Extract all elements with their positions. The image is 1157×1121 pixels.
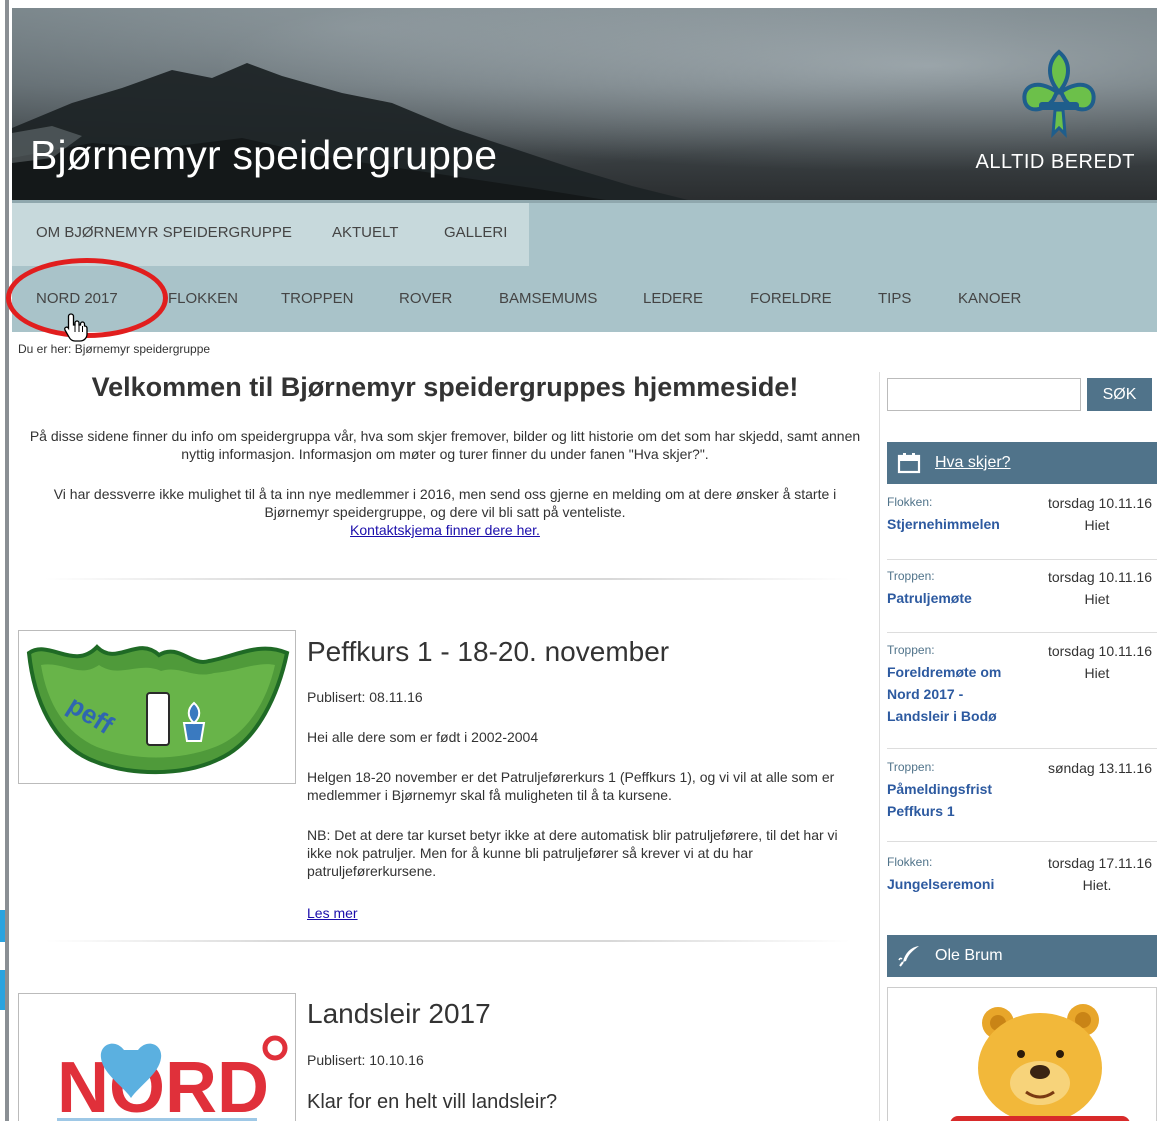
section-divider <box>45 940 850 942</box>
main-navigation: OM BJØRNEMYR SPEIDERGRUPPE AKTUELT GALLE… <box>12 203 1157 332</box>
events-panel-title-link[interactable]: Hva skjer? <box>935 454 1011 472</box>
event-title-link[interactable]: Patruljemøte <box>887 587 1012 609</box>
event-item: Troppen: Patruljemøte torsdag 10.11.16 H… <box>887 569 1157 633</box>
hand-pointer-cursor-icon <box>64 313 88 342</box>
nav-item-tips[interactable]: TIPS <box>878 290 911 307</box>
event-item: Flokken: Jungelseremoni torsdag 17.11.16… <box>887 855 1157 915</box>
event-place: Hiet <box>1084 665 1110 681</box>
side-marker <box>0 910 5 942</box>
nav-item-om-bjornemyr[interactable]: OM BJØRNEMYR SPEIDERGRUPPE <box>36 224 292 241</box>
article-title-landsleir[interactable]: Landsleir 2017 <box>307 998 491 1030</box>
nav-item-foreldre[interactable]: FORELDRE <box>750 290 832 307</box>
event-date: torsdag 10.11.16 <box>1047 569 1152 585</box>
event-title-link[interactable]: Foreldremøte om Nord 2017 - Landsleir i … <box>887 661 1012 727</box>
sidebar-divider <box>879 372 880 1121</box>
nav-item-troppen[interactable]: TROPPEN <box>281 290 354 307</box>
event-item: Flokken: Stjernehimmelen torsdag 10.11.1… <box>887 495 1157 560</box>
quill-pen-icon <box>898 946 919 967</box>
search-button[interactable]: SØK <box>1087 378 1152 411</box>
nav-item-rover[interactable]: ROVER <box>399 290 452 307</box>
event-category: Troppen: <box>887 760 935 774</box>
section-divider <box>45 578 850 580</box>
ole-brum-image[interactable] <box>887 987 1157 1121</box>
nord-2017-logo-image[interactable]: NORD <box>18 993 296 1121</box>
winnie-the-pooh-image <box>950 1004 1130 1121</box>
event-date: torsdag 10.11.16 <box>1047 643 1152 659</box>
event-date: søndag 13.11.16 <box>1047 760 1152 776</box>
article-paragraph: Helgen 18-20 november er det Patruljefør… <box>307 769 835 803</box>
peffkurs-badge-image[interactable]: peff <box>18 630 296 784</box>
motto-text: ALLTID BEREDT <box>975 151 1135 173</box>
article-published-date: Publisert: 08.11.16 <box>307 689 423 705</box>
article-published-date: Publisert: 10.10.16 <box>307 1052 424 1068</box>
welcome-paragraph-2: Vi har dessverre ikke mulighet til å ta … <box>20 485 870 539</box>
nord-logo-text: NORD <box>57 1048 269 1121</box>
peff-badge-icon: peff <box>26 644 290 775</box>
event-category: Troppen: <box>887 643 935 657</box>
welcome-section: Velkommen til Bjørnemyr speidergruppes h… <box>20 372 870 538</box>
article-lead: Klar for en helt vill landsleir? <box>307 1091 558 1113</box>
window-left-edge <box>5 0 9 1121</box>
article-paragraph: NB: Det at dere tar kurset betyr ikke at… <box>307 827 838 879</box>
scout-lily-logo <box>1022 49 1096 138</box>
event-item: Troppen: Påmeldingsfrist Peffkurs 1 sønd… <box>887 760 1157 842</box>
event-place: Hiet. <box>1082 877 1112 893</box>
welcome-paragraph-2-text: Vi har dessverre ikke mulighet til å ta … <box>53 486 837 520</box>
side-marker <box>0 970 5 1010</box>
event-item: Troppen: Foreldremøte om Nord 2017 - Lan… <box>887 643 1157 749</box>
nav-item-aktuelt[interactable]: AKTUELT <box>332 224 398 241</box>
nav-item-flokken[interactable]: FLOKKEN <box>168 290 238 307</box>
ole-brum-panel-header: Ole Brum <box>887 935 1157 977</box>
article-title-peffkurs[interactable]: Peffkurs 1 - 18-20. november <box>307 636 669 668</box>
nav-item-ledere[interactable]: LEDERE <box>643 290 703 307</box>
article-paragraph: Hei alle dere som er født i 2002-2004 <box>307 729 539 745</box>
nav-item-bamsemums[interactable]: BAMSEMUMS <box>499 290 597 307</box>
welcome-paragraph-1: På disse sidene finner du info om speide… <box>29 428 861 462</box>
contact-form-link[interactable]: Kontaktskjema finner dere her. <box>350 522 540 538</box>
event-category: Flokken: <box>887 855 933 869</box>
calendar-icon <box>897 453 921 474</box>
event-title-link[interactable]: Stjernehimmelen <box>887 513 1012 535</box>
browser-page: Bjørnemyr speidergruppe ALLTID BEREDT OM… <box>0 0 1157 1121</box>
site-header: Bjørnemyr speidergruppe ALLTID BEREDT <box>12 8 1157 201</box>
event-title-link[interactable]: Påmeldingsfrist Peffkurs 1 <box>887 778 1012 822</box>
events-panel-header: Hva skjer? <box>887 442 1157 484</box>
event-place: Hiet <box>1084 517 1110 533</box>
event-date: torsdag 17.11.16 <box>1047 855 1152 871</box>
ole-brum-panel-title: Ole Brum <box>935 947 1003 964</box>
nav-item-galleri[interactable]: GALLERI <box>444 224 507 241</box>
event-date: torsdag 10.11.16 <box>1047 495 1152 511</box>
nord-logo-icon: NORD <box>57 1035 288 1121</box>
event-title-link[interactable]: Jungelseremoni <box>887 873 1012 895</box>
event-category: Flokken: <box>887 495 933 509</box>
breadcrumb: Du er her: Bjørnemyr speidergruppe <box>18 342 211 356</box>
nav-item-kanoer[interactable]: KANOER <box>958 290 1021 307</box>
event-place: Hiet <box>1084 591 1110 607</box>
event-category: Troppen: <box>887 569 935 583</box>
search-input[interactable] <box>887 378 1081 411</box>
read-more-link[interactable]: Les mer <box>307 905 358 921</box>
site-title[interactable]: Bjørnemyr speidergruppe <box>30 132 497 179</box>
welcome-title: Velkommen til Bjørnemyr speidergruppes h… <box>91 372 799 402</box>
